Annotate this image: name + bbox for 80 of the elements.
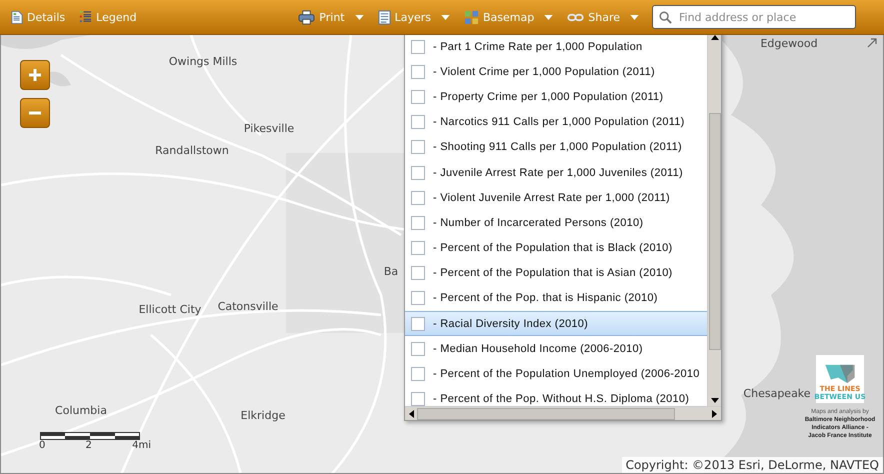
vertical-scrollbar[interactable] <box>707 35 721 406</box>
checkbox[interactable] <box>411 64 425 79</box>
place-label: Chesapeake <box>743 387 811 401</box>
checkbox[interactable] <box>411 115 425 130</box>
layer-item[interactable]: - Percent of the Pop. that is Hispanic (2010) <box>405 286 707 312</box>
caret-icon <box>441 14 450 20</box>
checkbox[interactable] <box>411 316 425 331</box>
zoom-in-button[interactable] <box>20 60 50 90</box>
layer-label: - Part 1 Crime Rate per 1,000 Population <box>433 40 642 53</box>
grid-icon <box>464 10 480 24</box>
checkbox[interactable] <box>411 241 425 256</box>
place-label: Ba <box>384 265 398 279</box>
layer-item[interactable]: - Shooting 911 Calls per 1,000 Population (2011) <box>405 134 707 160</box>
plus-icon <box>28 68 42 82</box>
layer-label: - Racial Diversity Index (2010) <box>433 318 588 330</box>
layer-label: - Property Crime per 1,000 Population (2011) <box>433 90 664 103</box>
layer-item[interactable]: - Percent of the Population that is Black (2010) <box>405 236 707 261</box>
left-arrow-icon <box>409 410 414 418</box>
checkbox[interactable] <box>411 166 425 180</box>
place-label: Owings Mills <box>168 55 238 69</box>
layer-label: - Percent of the Population that is Black (2010) <box>433 242 672 254</box>
search-field[interactable]: Find address or place <box>652 5 856 29</box>
layer-label: - Juvenile Arrest Rate per 1,000 Juveniles (2011) <box>433 166 683 179</box>
scale-label: 4mi <box>132 440 151 451</box>
layer-item[interactable]: - Racial Diversity Index (2010) <box>405 311 707 336</box>
caret-icon <box>354 14 364 20</box>
checkbox[interactable] <box>411 342 425 356</box>
layer-item[interactable]: - Violent Juvenile Arrest Rate per 1,000 (2011) <box>405 185 707 210</box>
horizontal-scrollbar[interactable] <box>405 406 721 420</box>
layer-label: - Median Household Income (2006-2010) <box>433 342 643 355</box>
layer-label: - Narcotics 911 Calls per 1,000 Population (2011) <box>433 116 685 128</box>
layer-item[interactable]: - Number of Incarcerated Persons (2010) <box>405 210 707 236</box>
checkbox[interactable] <box>411 216 425 230</box>
down-arrow-icon <box>710 398 718 403</box>
place-label: Edgewood <box>760 37 818 51</box>
link-icon <box>567 12 584 22</box>
checkbox[interactable] <box>411 140 425 154</box>
place-label: Ellicott City <box>138 303 202 317</box>
layer-item[interactable]: - Percent of the Pop. Without H.S. Diploma (2010) <box>405 386 707 406</box>
place-label: Randallstown <box>155 144 229 158</box>
checkbox[interactable] <box>411 392 425 406</box>
scale-label: 0 <box>39 440 46 451</box>
layer-label: - Percent of the Population Unemployed (2006-2010 <box>433 368 700 380</box>
place-label: Catonsville <box>218 300 278 314</box>
layer-label: - Percent of the Pop. that is Hispanic (2010) <box>433 292 658 304</box>
checkbox[interactable] <box>411 90 425 104</box>
checkbox[interactable] <box>411 367 425 382</box>
layer-label: - Percent of the Population that is Asian (2010) <box>433 267 672 280</box>
caret-icon <box>544 14 554 20</box>
document-list-icon <box>378 10 391 24</box>
place-label: Pikesville <box>244 122 294 136</box>
layer-item[interactable]: - Percent of the Population Unemployed (2006-2010 <box>405 361 707 387</box>
place-label: Columbia <box>55 404 107 418</box>
checkbox[interactable] <box>411 190 425 205</box>
layer-label: - Violent Juvenile Arrest Rate per 1,000 (2011) <box>433 192 670 204</box>
layer-label: - Violent Crime per 1,000 Population (2011) <box>433 66 655 78</box>
layer-item[interactable]: - Violent Crime per 1,000 Population (2011) <box>405 59 707 84</box>
checkbox[interactable] <box>411 40 425 54</box>
expand-icon[interactable] <box>867 38 877 48</box>
zoom-out-button[interactable] <box>20 98 50 128</box>
up-arrow-icon <box>710 35 718 40</box>
layer-item[interactable]: - Juvenile Arrest Rate per 1,000 Juveniles (2011) <box>405 160 707 186</box>
layer-item[interactable]: - Median Household Income (2006-2010) <box>405 336 707 362</box>
scale-label: 2 <box>86 440 92 451</box>
layer-item[interactable]: - Property Crime per 1,000 Population (2011) <box>405 84 707 110</box>
layer-item[interactable]: - Part 1 Crime Rate per 1,000 Population <box>405 35 707 60</box>
checkbox[interactable] <box>411 266 425 280</box>
checkbox[interactable] <box>411 291 425 306</box>
layer-label: - Shooting 911 Calls per 1,000 Population (2011) <box>433 141 682 154</box>
document-icon <box>11 10 23 24</box>
right-arrow-icon <box>712 410 717 418</box>
printer-icon <box>298 10 316 24</box>
place-label: Elkridge <box>240 409 286 423</box>
layer-label: - Number of Incarcerated Persons (2010) <box>433 216 644 229</box>
layer-item[interactable]: - Percent of the Population that is Asian (2010) <box>405 260 707 286</box>
list-icon <box>79 10 92 24</box>
layer-label: - Percent of the Pop. Without H.S. Diploma (2010) <box>433 393 690 406</box>
caret-icon <box>630 14 639 20</box>
copyright-text: Copyright: ©2013 Esri, DeLorme, NAVTEQ <box>622 457 883 473</box>
layer-item[interactable]: - Narcotics 911 Calls per 1,000 Population (2011) <box>405 110 707 135</box>
